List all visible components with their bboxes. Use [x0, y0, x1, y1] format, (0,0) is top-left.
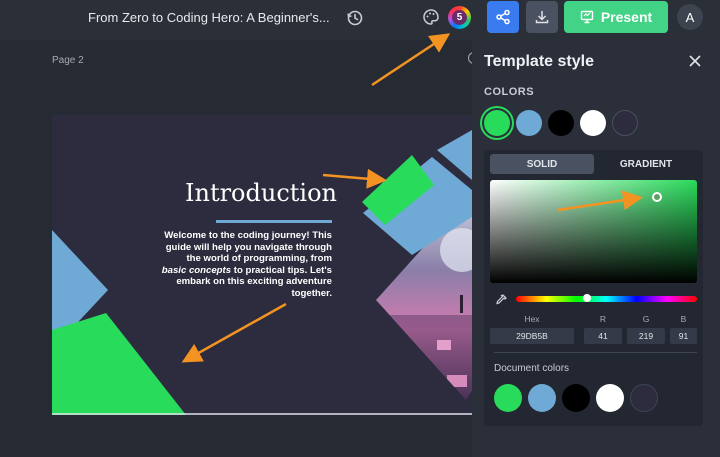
close-icon[interactable] — [687, 53, 703, 69]
present-button[interactable]: Present — [564, 1, 668, 33]
eyedropper-icon[interactable] — [494, 293, 508, 307]
swatch-white[interactable] — [580, 110, 606, 136]
document-colors-badge[interactable]: 5 — [448, 6, 471, 29]
saturation-handle[interactable] — [652, 192, 662, 202]
hex-input[interactable]: 29DB5B — [490, 328, 574, 344]
download-icon — [535, 11, 549, 24]
picker-divider — [494, 352, 697, 353]
palette-icon[interactable] — [420, 6, 442, 28]
page-label: Page 2 — [52, 55, 84, 66]
body-text-emphasis: basic concepts — [161, 264, 232, 276]
doc-swatch-white[interactable] — [596, 384, 624, 412]
swatch-blue[interactable] — [516, 110, 542, 136]
color-picker: SOLID GRADIENT Hex R G B 29DB5B 41 219 9… — [484, 150, 703, 426]
download-button[interactable] — [526, 1, 558, 33]
panel-title: Template style — [484, 53, 594, 70]
user-avatar[interactable]: A — [677, 4, 703, 30]
document-title[interactable]: From Zero to Coding Hero: A Beginner's..… — [88, 10, 330, 25]
colors-section-label: COLORS — [484, 86, 535, 98]
present-label: Present — [600, 9, 653, 25]
present-icon — [580, 10, 594, 24]
doc-swatch-blue[interactable] — [528, 384, 556, 412]
top-toolbar: From Zero to Coding Hero: A Beginner's..… — [0, 0, 720, 40]
doc-swatch-black[interactable] — [562, 384, 590, 412]
slide[interactable]: Introduction Welcome to the coding journ… — [52, 115, 472, 415]
document-colors-label: Document colors — [494, 363, 570, 374]
doc-swatch-green[interactable] — [494, 384, 522, 412]
share-icon — [496, 9, 510, 25]
hex-label: Hex — [524, 314, 540, 324]
color-count: 5 — [452, 10, 467, 25]
hue-slider[interactable] — [516, 296, 697, 302]
slide-body-text[interactable]: Welcome to the coding journey! This guid… — [160, 230, 332, 300]
r-input[interactable]: 41 — [584, 328, 622, 344]
slide-title[interactable]: Introduction — [185, 179, 337, 207]
hue-slider-handle[interactable] — [583, 294, 591, 302]
tab-gradient[interactable]: GRADIENT — [594, 154, 698, 174]
r-label: R — [599, 314, 607, 324]
b-input[interactable]: 91 — [670, 328, 697, 344]
saturation-brightness-area[interactable] — [490, 180, 697, 283]
swatch-black[interactable] — [548, 110, 574, 136]
title-underline — [216, 220, 332, 223]
swatch-green[interactable] — [484, 110, 510, 136]
g-input[interactable]: 219 — [627, 328, 665, 344]
green-triangle-shape — [52, 313, 186, 415]
tab-solid[interactable]: SOLID — [490, 154, 594, 174]
doc-swatch-dark[interactable] — [630, 384, 658, 412]
share-button[interactable] — [487, 1, 519, 33]
g-label: G — [642, 314, 650, 324]
body-text-start: Welcome to the coding journey! This guid… — [164, 230, 332, 265]
history-icon[interactable] — [344, 7, 366, 29]
swatch-dark[interactable] — [612, 110, 638, 136]
template-style-panel: Template style COLORS SOLID GRADIENT Hex… — [472, 40, 720, 457]
b-label: B — [680, 314, 687, 324]
